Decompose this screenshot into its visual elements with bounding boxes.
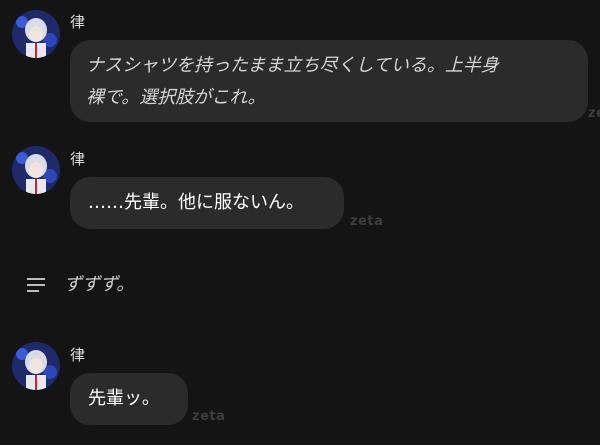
sender-name: 律 (70, 13, 86, 31)
message-bubble: ナスシャツを持ったまま立ち尽くしている。上半身 裸で。選択肢がこれ。 (70, 40, 588, 122)
character-avatar[interactable] (12, 342, 60, 390)
message-text: 先輩ッ。 (88, 388, 160, 409)
message-bubble: 先輩ッ。 (70, 373, 188, 425)
character-avatar[interactable] (12, 146, 60, 194)
chat-view: 律 ナスシャツを持ったまま立ち尽くしている。上半身 裸で。選択肢がこれ。 zet… (0, 0, 600, 445)
message-text: ……先輩。他に服ないん。 (88, 192, 304, 213)
watermark: zeta (588, 106, 600, 121)
message-bubble: ……先輩。他に服ないん。 (70, 177, 344, 229)
avatar-image (12, 10, 60, 58)
sender-name: 律 (70, 150, 86, 168)
avatar-image (12, 342, 60, 390)
sender-name: 律 (70, 346, 86, 364)
watermark: zeta (350, 214, 384, 229)
watermark: zeta (192, 409, 226, 424)
message-line: 裸で。選択肢がこれ。 (86, 87, 266, 108)
avatar-image (12, 146, 60, 194)
character-avatar[interactable] (12, 10, 60, 58)
menu-lines-icon (27, 278, 45, 292)
message-line: ナスシャツを持ったまま立ち尽くしている。上半身 (86, 55, 499, 76)
user-message-text: ずずず。 (64, 274, 135, 295)
